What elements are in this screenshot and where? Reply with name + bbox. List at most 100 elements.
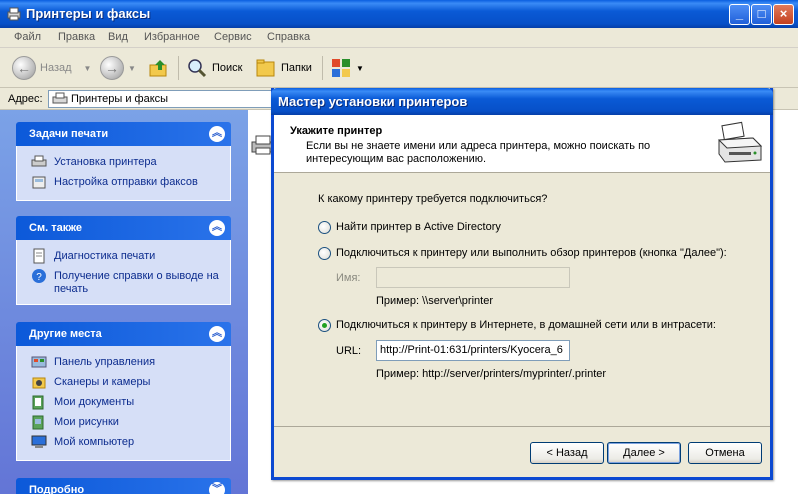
task-label: Получение справки о выводе на печать — [54, 270, 219, 295]
menu-tools[interactable]: Сервис — [214, 31, 252, 43]
place-my-computer[interactable]: Мой компьютер — [17, 434, 230, 454]
radio-internet-printer[interactable] — [318, 319, 331, 332]
url-label: URL: — [336, 345, 362, 357]
address-value: Принтеры и факсы — [71, 93, 169, 105]
printer-folder-icon — [7, 7, 21, 21]
minimize-button[interactable]: _ — [729, 4, 750, 25]
dropdown-arrow-icon: ▼ — [83, 63, 92, 73]
option-active-directory-label[interactable]: Найти принтер в Active Directory — [336, 221, 501, 233]
close-button[interactable]: × — [773, 4, 794, 25]
task-label: Настройка отправки факсов — [54, 176, 198, 188]
other-places-panel: Другие места ︽ Панель управления Сканеры… — [16, 322, 231, 461]
url-example: Пример: http://server/printers/myprinter… — [376, 368, 607, 380]
option-browse-printer-label[interactable]: Подключиться к принтеру или выполнить об… — [336, 247, 727, 259]
menu-edit[interactable]: Правка — [58, 31, 95, 43]
dropdown-arrow-icon: ▼ — [356, 63, 364, 73]
other-places-title: Другие места — [29, 328, 102, 340]
menu-help[interactable]: Справка — [267, 31, 310, 43]
svg-text:?: ? — [36, 272, 42, 283]
name-field[interactable] — [376, 267, 570, 288]
window-title: Принтеры и факсы — [26, 6, 151, 21]
option-internet-printer-label[interactable]: Подключиться к принтеру в Интернете, в д… — [336, 319, 716, 331]
wizard-footer: < Назад Далее > Отмена — [274, 426, 770, 480]
folders-button[interactable]: Папки — [255, 54, 312, 82]
my-computer-icon — [31, 435, 47, 448]
control-panel-icon — [31, 356, 47, 368]
back-arrow-icon: ← — [12, 56, 36, 80]
my-documents-icon — [32, 395, 44, 410]
question-label: К какому принтеру требуется подключиться… — [318, 193, 548, 205]
folders-icon — [256, 59, 275, 77]
print-tasks-title: Задачи печати — [29, 128, 109, 140]
wizard-header-title: Укажите принтер — [290, 125, 383, 137]
menu-view[interactable]: Вид — [108, 31, 128, 43]
title-bar: Принтеры и факсы _ □ × — [0, 0, 798, 28]
name-label: Имя: — [336, 272, 361, 284]
task-troubleshoot[interactable]: Диагностика печати — [17, 248, 230, 268]
task-label: Мои документы — [54, 396, 135, 408]
see-also-title: См. также — [29, 222, 82, 234]
chevron-up-icon[interactable]: ︽ — [209, 126, 225, 142]
dropdown-arrow-icon: ▼ — [128, 63, 136, 73]
address-label: Адрес: — [8, 93, 43, 105]
see-also-panel: См. также ︽ Диагностика печати ? Получен… — [16, 216, 231, 305]
views-button[interactable]: ▼ — [330, 54, 364, 82]
task-label: Установка принтера — [54, 156, 157, 168]
next-button[interactable]: Далее > — [607, 442, 681, 464]
place-my-documents[interactable]: Мои документы — [17, 394, 230, 414]
printer-wizard-icon — [717, 121, 763, 163]
toolbar: ← Назад ▼ → ▼ Поиск Папки ▼ — [0, 48, 798, 88]
forward-button[interactable]: → ▼ — [100, 54, 136, 82]
folders-label: Папки — [281, 62, 312, 74]
cancel-button[interactable]: Отмена — [688, 442, 762, 464]
task-label: Мой компьютер — [54, 436, 135, 448]
wizard-title: Мастер установки принтеров — [278, 94, 468, 109]
task-fax-setup[interactable]: Настройка отправки факсов — [17, 174, 230, 194]
help-icon: ? — [32, 269, 46, 283]
print-tasks-header[interactable]: Задачи печати ︽ — [16, 122, 231, 146]
task-label: Панель управления — [54, 356, 156, 368]
add-printer-wizard: Мастер установки принтеров Укажите принт… — [271, 88, 773, 480]
place-control-panel[interactable]: Панель управления — [17, 354, 230, 374]
place-my-pictures[interactable]: Мои рисунки — [17, 414, 230, 434]
search-button[interactable]: Поиск — [186, 54, 242, 82]
task-add-printer[interactable]: Установка принтера — [17, 154, 230, 174]
chevron-up-icon[interactable]: ︽ — [209, 326, 225, 342]
fax-icon — [32, 176, 46, 189]
task-label: Сканеры и камеры — [54, 376, 151, 388]
search-label: Поиск — [212, 62, 243, 74]
chevron-down-icon[interactable]: ︾ — [209, 482, 225, 494]
add-printer-icon — [31, 155, 47, 167]
radio-active-directory[interactable] — [318, 221, 331, 234]
search-icon — [188, 59, 207, 78]
details-title: Подробно — [29, 484, 85, 494]
wizard-title-bar: Мастер установки принтеров — [271, 88, 773, 115]
up-folder-button[interactable] — [148, 54, 170, 82]
url-field[interactable]: http://Print-01:631/printers/Kyocera_6 — [376, 340, 570, 361]
wizard-header: Укажите принтер Если вы не знаете имени … — [274, 115, 770, 173]
menu-file[interactable]: Файл — [14, 31, 41, 43]
document-help-icon — [33, 248, 45, 264]
menu-favorites[interactable]: Избранное — [144, 31, 200, 43]
back-button[interactable]: < Назад — [530, 442, 604, 464]
other-places-header[interactable]: Другие места ︽ — [16, 322, 231, 346]
up-folder-icon — [149, 60, 167, 77]
radio-browse-printer[interactable] — [318, 247, 331, 260]
back-label: Назад — [40, 62, 72, 74]
my-pictures-icon — [32, 415, 44, 430]
menu-bar: Файл Правка Вид Избранное Сервис Справка — [0, 28, 798, 48]
chevron-up-icon[interactable]: ︽ — [209, 220, 225, 236]
details-header[interactable]: Подробно ︾ — [16, 478, 231, 494]
wizard-body: К какому принтеру требуется подключиться… — [274, 174, 770, 426]
address-field[interactable]: Принтеры и факсы — [48, 90, 278, 108]
maximize-button[interactable]: □ — [751, 4, 772, 25]
back-button[interactable]: ← Назад ▼ — [12, 54, 91, 82]
see-also-header[interactable]: См. также ︽ — [16, 216, 231, 240]
wizard-header-description: Если вы не знаете имени или адреса принт… — [306, 140, 651, 165]
print-tasks-panel: Задачи печати ︽ Установка принтера Настр… — [16, 122, 231, 201]
place-scanners[interactable]: Сканеры и камеры — [17, 374, 230, 394]
task-label: Диагностика печати — [54, 250, 156, 262]
task-print-help[interactable]: ? Получение справки о выводе на печать — [17, 268, 230, 298]
details-panel: Подробно ︾ — [16, 478, 231, 494]
scanner-camera-icon — [32, 377, 46, 389]
